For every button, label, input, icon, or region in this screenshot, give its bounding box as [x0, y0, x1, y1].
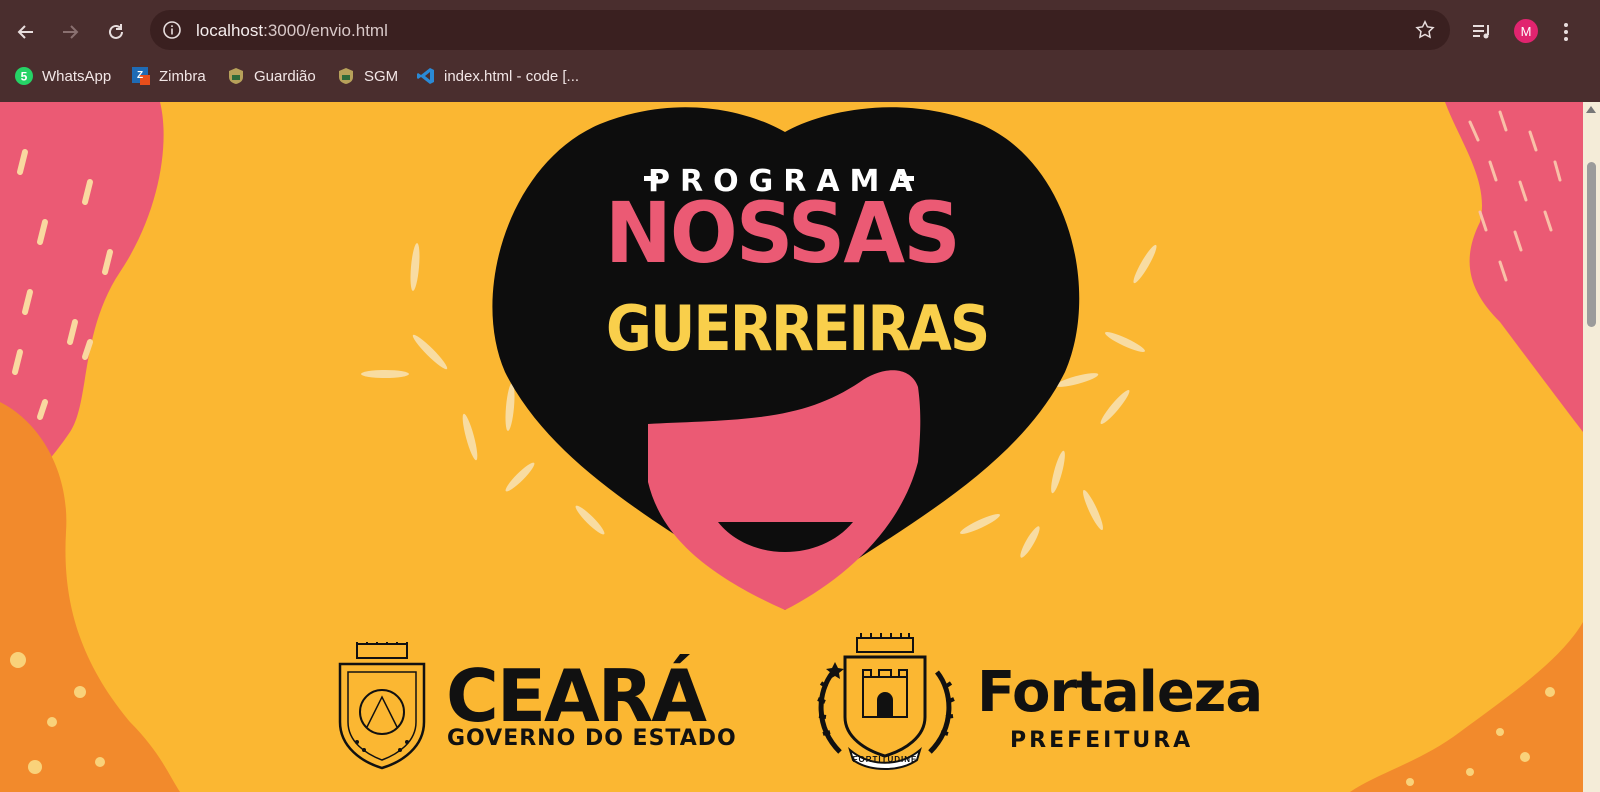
bookmark-zimbra[interactable]: Z Zimbra: [131, 66, 206, 86]
address-bar[interactable]: localhost:3000/envio.html: [150, 10, 1450, 50]
bookmark-label: Guardião: [254, 67, 316, 85]
title-nossas: NOSSAS: [605, 184, 961, 282]
zimbra-icon: Z: [131, 66, 151, 86]
bookmark-star-icon[interactable]: [1414, 19, 1436, 41]
bookmark-vscode[interactable]: index.html - code [...: [416, 66, 579, 86]
profile-avatar[interactable]: M: [1514, 19, 1538, 43]
svg-text:Z: Z: [137, 70, 143, 81]
media-controls-icon[interactable]: [1470, 20, 1494, 44]
scrollbar-thumb[interactable]: [1587, 162, 1596, 327]
menu-kebab-icon[interactable]: [1562, 20, 1570, 44]
title-guerreiras: GUERREIRAS: [606, 292, 990, 365]
bookmark-label: index.html - code [...: [444, 67, 580, 85]
sgm-icon: [336, 66, 356, 86]
fortaleza-coat-of-arms-icon: FORTITUDINE: [817, 633, 955, 770]
bookmark-guardiao[interactable]: Guardião: [226, 66, 316, 86]
bookmark-label: WhatsApp: [42, 67, 112, 85]
left-orange-blob: [0, 402, 180, 792]
fortaleza-name: Fortaleza: [977, 660, 1263, 725]
url-path: :3000/envio.html: [263, 21, 388, 40]
guardiao-icon: [226, 66, 246, 86]
browser-toolbar: localhost:3000/envio.html M: [0, 8, 1600, 56]
site-info-icon[interactable]: [162, 20, 182, 40]
vertical-scrollbar[interactable]: [1583, 102, 1600, 792]
whatsapp-badge: 5: [21, 70, 28, 84]
back-arrow-icon: [17, 25, 33, 39]
forward-button[interactable]: [58, 20, 82, 44]
forward-arrow-icon: [63, 25, 79, 39]
bookmark-sgm[interactable]: SGM: [336, 66, 398, 86]
fortaleza-subtitle: PREFEITURA: [1010, 728, 1194, 753]
ceara-coat-of-arms-icon: [338, 642, 426, 770]
url-host: localhost: [196, 21, 264, 40]
right-orange-blob: [1350, 622, 1583, 792]
back-button[interactable]: [14, 20, 38, 44]
scroll-up-arrow-icon[interactable]: [1586, 106, 1596, 113]
right-pink-blob: [1445, 102, 1583, 432]
url-text[interactable]: localhost:3000/envio.html: [196, 21, 388, 41]
browser-chrome: localhost:3000/envio.html M 5 WhatsApp Z…: [0, 0, 1600, 102]
reload-icon: [109, 24, 123, 39]
whatsapp-icon: 5: [14, 66, 34, 86]
bookmark-label: SGM: [364, 67, 399, 85]
ceara-subtitle: GOVERNO DO ESTADO: [447, 726, 737, 751]
vscode-icon: [416, 66, 436, 86]
page-content: PROGRAMA NOSSAS GUERREIRAS CEARÁ GOVERNO…: [0, 102, 1583, 792]
reload-button[interactable]: [104, 20, 128, 44]
bookmarks-bar: 5 WhatsApp Z Zimbra Guardião SGM index.h…: [0, 62, 1600, 94]
bookmark-whatsapp[interactable]: 5 WhatsApp: [14, 66, 111, 86]
bookmark-label: Zimbra: [159, 67, 206, 85]
fortaleza-motto: FORTITUDINE: [853, 755, 918, 764]
